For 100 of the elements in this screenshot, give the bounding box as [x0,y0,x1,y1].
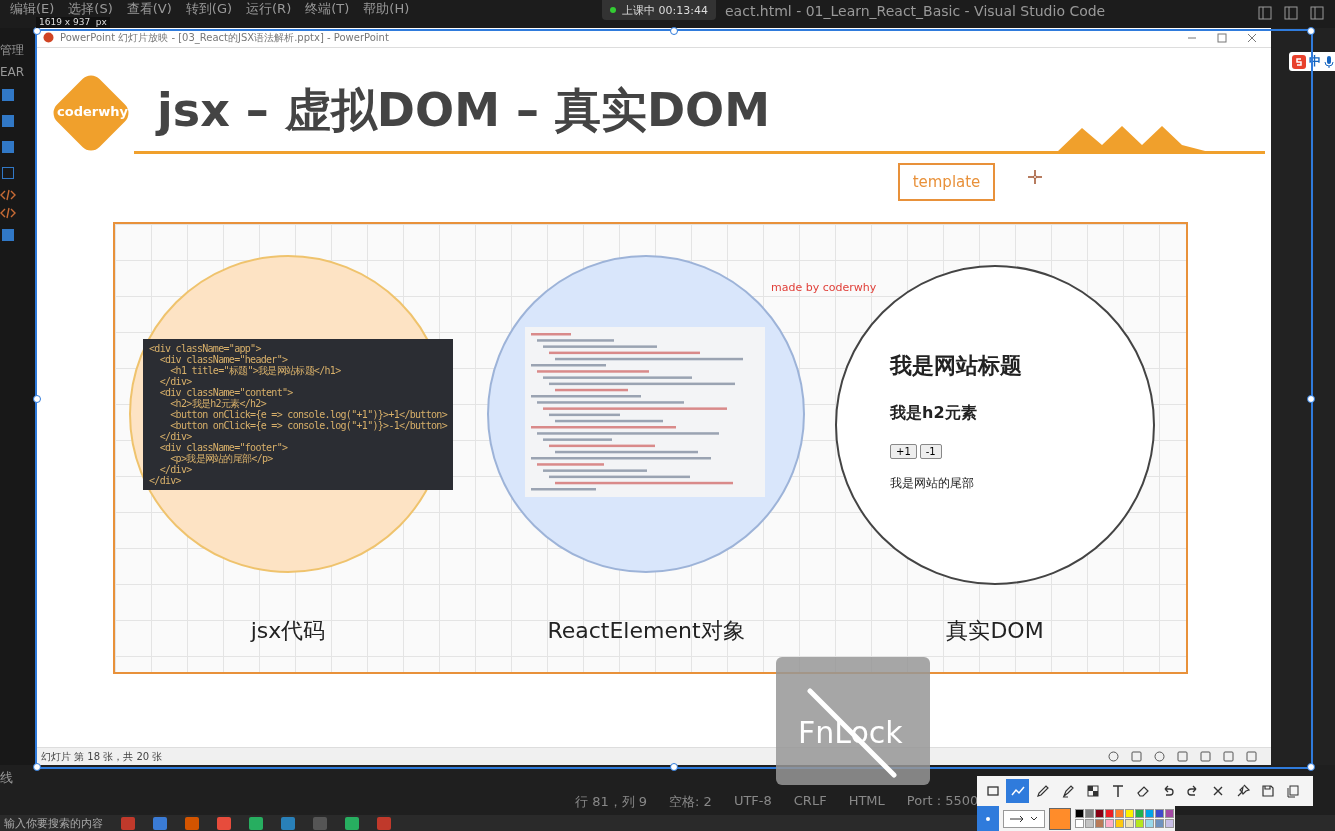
resize-handle[interactable] [33,763,41,771]
current-color-swatch[interactable] [1049,807,1071,830]
status-item[interactable]: UTF-8 [733,793,772,811]
color-swatch[interactable] [1135,809,1144,818]
input-method-icon[interactable] [1292,54,1306,69]
resize-handle[interactable] [670,763,678,771]
code-line: </div> [149,475,182,486]
page-heading: 我是网站标题 [890,352,1022,380]
layout-icon[interactable] [1309,5,1325,21]
color-swatch[interactable] [1095,819,1104,828]
code-line: <button onClick={e => console.log("+1")}>+1</button> [169,409,447,420]
pen-icon [1034,783,1051,799]
color-swatch[interactable] [1145,809,1154,818]
taskbar-app-icon[interactable] [121,816,135,830]
dot-icon [986,816,990,821]
color-swatch[interactable] [1105,819,1114,828]
color-swatch[interactable] [1155,819,1164,828]
code-line: <h2>我是h2元素</h2> [169,398,268,409]
taskbar-app-icon[interactable] [217,816,231,830]
status-item[interactable]: Port : 5500 [906,793,979,811]
code-line: <div className="content"> [158,387,294,398]
line-tool[interactable] [1006,779,1029,803]
menu-item[interactable]: 编辑(E) [10,1,55,16]
previous-icon[interactable] [1108,751,1119,762]
logo-text: coderwhy [57,104,127,119]
resize-handle[interactable] [33,395,41,403]
taskbar-app-icon[interactable] [153,816,167,830]
code-line: <p>我是网站的尾部</p> [169,453,274,464]
credit-text: made by coderwhy [771,281,877,294]
color-swatch[interactable] [1125,819,1134,828]
color-swatch[interactable] [1075,819,1084,828]
color-swatch[interactable] [1135,819,1144,828]
status-item[interactable]: HTML [848,793,885,811]
taskbar-app-icon[interactable] [185,816,199,830]
next-icon[interactable] [1154,751,1165,762]
taskbar-app-icon[interactable] [345,816,359,830]
code-tag-icon[interactable] [0,207,16,219]
crosshair-icon [1027,169,1043,185]
color-swatch[interactable] [1095,809,1104,818]
window-title: PowerPoint 幻灯片放映 - [03_React的JSX语法解析.pptx] - PowerPoint [60,30,389,45]
code-line: <div className="header"> [158,354,289,365]
counter-button[interactable]: -1 [919,444,942,459]
microphone-icon[interactable] [1324,54,1334,69]
color-swatch[interactable] [1125,809,1134,818]
file-icon[interactable] [2,167,14,179]
menu-icon[interactable] [1131,751,1142,762]
color-swatch[interactable] [1145,819,1154,828]
taskbar-app-icon[interactable] [377,816,391,830]
maximize-icon[interactable] [1217,32,1227,43]
slideshow-icon[interactable] [1246,751,1257,762]
color-swatch[interactable] [1165,809,1174,818]
color-swatch[interactable] [1115,809,1124,818]
slide-title: jsx – 虚拟DOM – 真实DOM [157,82,770,139]
color-swatch[interactable] [1165,819,1174,828]
counter-button[interactable]: +1 [890,444,917,459]
arrow-style-dropdown[interactable] [1003,809,1045,828]
code-line: </div> [158,464,193,475]
color-swatch[interactable] [1115,819,1124,828]
diagram-caption: jsx代码 [250,617,326,645]
normal-view-icon[interactable] [1177,751,1188,762]
panel-toggle-icon[interactable] [1283,5,1299,21]
code-tag-icon[interactable] [0,189,16,201]
status-item[interactable]: CRLF [793,793,827,811]
resize-handle[interactable] [670,27,678,35]
close-icon[interactable] [1247,32,1257,43]
status-item[interactable]: 空格: 2 [669,793,712,811]
menu-item[interactable]: 选择(S) [68,1,113,16]
powerpoint-icon [43,32,54,43]
menu-item[interactable]: 运行(R) [246,1,292,16]
recording-dot [610,7,616,13]
reading-view-icon[interactable] [1223,751,1234,762]
rectangle-icon [984,783,1001,799]
menu-item[interactable]: 终端(T) [305,1,350,16]
taskbar-app-icon[interactable] [281,816,295,830]
resize-handle[interactable] [1307,27,1315,35]
code-line: <button onClick={e => console.log("+1")}>-1</button> [169,420,447,431]
menu-item[interactable]: 查看(V) [126,1,172,16]
resize-handle[interactable] [1307,395,1315,403]
copy-icon [1284,783,1301,799]
taskbar-app-icon[interactable] [249,816,263,830]
color-swatch[interactable] [1075,809,1084,818]
capture-size: 1619 x 937 px [36,17,110,28]
sidebar-label: 管理 [0,42,25,59]
sidebar-toggle-icon[interactable] [1257,5,1273,21]
page-footer-text: 我是网站的尾部 [890,475,974,492]
menu-item[interactable]: 转到(G) [185,1,233,16]
menu-item[interactable]: 帮助(H) [363,1,410,16]
color-swatch[interactable] [1085,819,1094,828]
color-swatch[interactable] [1105,809,1114,818]
status-item[interactable]: 行 81，列 9 [575,793,648,811]
window-title: eact.html - 01_Learn_React_Basic - Visual Studio Code [725,2,1106,19]
code-line: </div> [158,376,193,387]
color-swatch[interactable] [1085,809,1094,818]
color-swatch[interactable] [1155,809,1164,818]
mosaic-icon [1084,783,1101,799]
brush-size-button[interactable] [977,806,999,831]
diagram-caption: ReactElement对象 [547,617,745,645]
slide-sorter-icon[interactable] [1200,751,1211,762]
taskbar-search[interactable]: 输入你要搜索的内容 [4,815,103,831]
resize-handle[interactable] [1307,763,1315,771]
